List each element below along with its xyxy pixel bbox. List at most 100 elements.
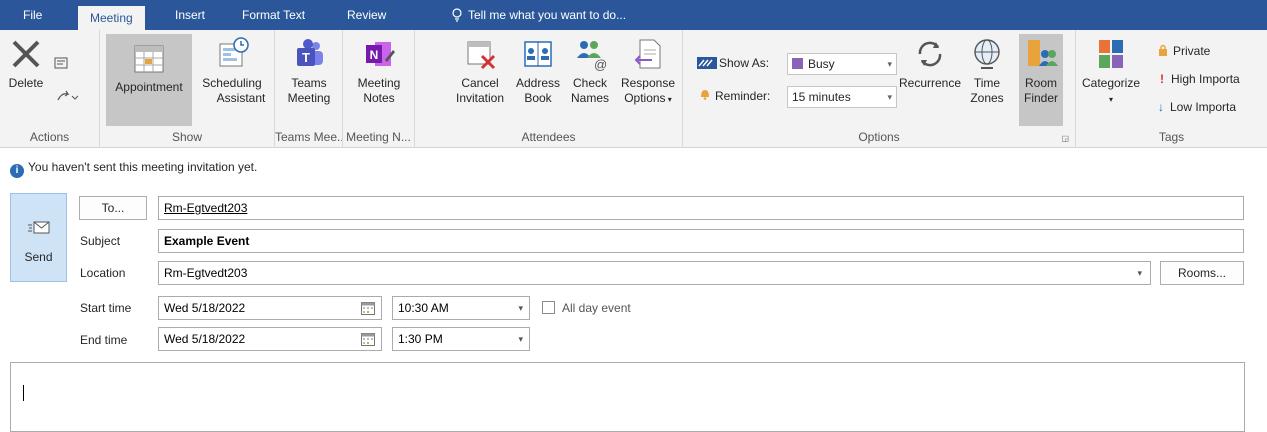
subject-field[interactable]: Example Event [158,229,1244,253]
scheduling-assistant-button[interactable]: Scheduling Assistant [194,34,270,106]
send-envelope-icon [28,221,50,234]
calendar-picker-icon[interactable] [361,301,375,315]
check-label-2: Names [570,91,609,105]
delete-x-icon [12,40,40,68]
end-date-value: Wed 5/18/2022 [164,332,246,346]
group-attendees-label: Attendees [521,130,576,144]
cancel-invitation-button[interactable]: Cancel Invitation [451,34,509,106]
recurrence-button[interactable]: Recurrence [899,34,961,91]
start-date-field[interactable]: Wed 5/18/2022 [158,296,382,320]
private-button[interactable]: Private [1158,44,1210,58]
response-label-1: Response [620,76,676,90]
ribbon: Delete Actions Appointment Scheduling As… [0,30,1267,148]
group-options-label: Options [858,130,900,144]
location-field[interactable]: Rm-Egtvedt203 ▾ [158,261,1151,285]
send-label: Send [24,250,53,264]
show-as-icon [697,57,717,69]
notes-label-1: Meeting [357,76,401,90]
end-date-field[interactable]: Wed 5/18/2022 [158,327,382,351]
group-show-label: Show [171,130,203,144]
address-book-button[interactable]: Address Book [515,34,561,106]
svg-text:T: T [302,50,310,65]
tab-review[interactable]: Review [335,0,398,30]
scheduling-assistant-icon [219,37,249,67]
all-day-checkbox[interactable] [542,301,555,314]
assistant-label: Assistant [216,91,266,105]
check-names-button[interactable]: @ Check Names [569,34,611,106]
end-time-dropdown[interactable]: 1:30 PM ▾ [392,327,530,351]
categorize-button[interactable]: Categorize ▾ [1080,34,1142,107]
teams-label-1: Teams [291,76,327,90]
to-button[interactable]: To... [79,196,147,220]
group-actions-label: Actions [29,130,70,144]
group-show: Appointment Scheduling Assistant Show [100,30,275,148]
forward-icon[interactable] [56,90,78,104]
categorize-icon [1099,40,1123,68]
tab-meeting[interactable]: Meeting [78,6,145,30]
private-label: Private [1173,44,1211,58]
delete-button[interactable]: Delete [6,34,46,91]
calendar-picker-icon[interactable] [361,332,375,346]
chevron-down-icon[interactable]: ▾ [1137,262,1142,284]
reminder-dropdown[interactable]: 15 minutes ▾ [787,86,897,108]
start-time-dropdown[interactable]: 10:30 AM ▾ [392,296,530,320]
scheduling-label: Scheduling [202,76,262,90]
group-meeting-notes: N Meeting Notes Meeting N... [343,30,415,148]
time-label-2: Zones [970,91,1004,105]
group-teams-label: Teams Mee... [275,130,342,144]
reminder-label: Reminder: [715,89,771,103]
tell-me-text: Tell me what you want to do... [468,8,627,22]
time-label-1: Time [973,76,1001,90]
address-label-2: Book [524,91,552,105]
location-value: Rm-Egtvedt203 [164,266,248,280]
room-label-2: Finder [1023,91,1058,105]
tab-insert[interactable]: Insert [163,0,217,30]
check-label-1: Check [572,76,607,90]
group-tags-label: Tags [1158,130,1185,144]
info-bar: i You haven't sent this meeting invitatio… [10,160,257,178]
lightbulb-icon [452,8,462,22]
high-importance-label: High Importa [1171,72,1240,86]
rooms-button[interactable]: Rooms... [1160,261,1244,285]
tab-file[interactable]: File [11,0,54,30]
svg-text:@: @ [594,57,607,72]
cancel-invitation-icon [467,41,496,70]
dialog-launcher-icon[interactable]: ◲ [1061,134,1069,143]
message-body[interactable] [10,362,1245,432]
room-finder-button[interactable]: Room Finder [1019,34,1063,126]
show-as-dropdown[interactable]: Busy ▾ [787,53,897,75]
recurrence-icon [918,41,942,67]
busy-color-swatch [792,58,803,69]
delete-label: Delete [8,76,44,90]
teams-label-2: Meeting [287,91,331,105]
cancel-label-2: Invitation [455,91,505,105]
down-arrow-icon: ↓ [1158,100,1164,114]
low-importance-button[interactable]: ↓ Low Importa [1158,100,1236,114]
start-date-value: Wed 5/18/2022 [164,301,246,315]
room-label-1: Room [1024,76,1057,90]
location-label: Location [80,266,126,280]
response-options-button[interactable]: Response Options ▾ [617,34,679,107]
address-label-1: Address [515,76,561,90]
to-field[interactable]: Rm-Egtvedt203 [158,196,1244,220]
send-button[interactable]: Send [10,193,67,282]
tell-me-search[interactable]: Tell me what you want to do... [452,0,626,30]
start-time-label: Start time [80,301,132,315]
recurrence-label: Recurrence [899,76,962,90]
check-names-icon: @ [577,41,607,72]
tab-format-text[interactable]: Format Text [230,0,317,30]
appointment-button[interactable]: Appointment [106,34,192,126]
chevron-down-icon: ▾ [518,334,523,344]
response-options-icon [634,39,661,69]
appointment-label: Appointment [115,80,183,94]
end-time-label: End time [80,333,128,347]
tracking-icon[interactable] [54,56,68,70]
lock-icon [1159,44,1167,56]
high-importance-button[interactable]: ! High Importa [1160,72,1240,86]
onenote-icon: N [366,42,395,66]
group-tags: Categorize ▾ Private ! High Importa ↓ Low … [1076,30,1267,148]
teams-icon: T [297,39,323,66]
time-zones-button[interactable]: Time Zones [967,34,1007,106]
teams-meeting-button[interactable]: T Teams Meeting [283,34,335,106]
meeting-notes-button[interactable]: N Meeting Notes [353,34,405,106]
